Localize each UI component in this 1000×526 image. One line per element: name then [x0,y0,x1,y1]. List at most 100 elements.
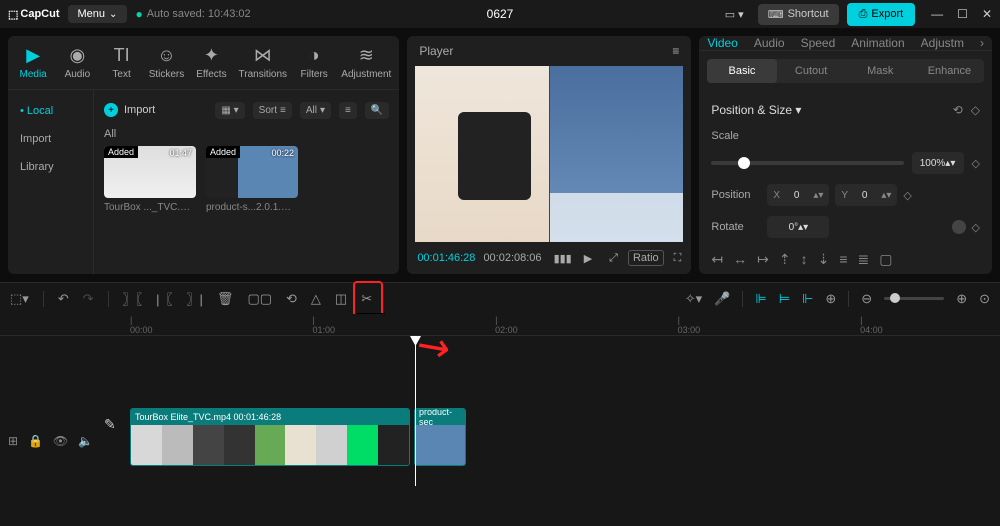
freeze-icon[interactable]: ▢▢ [247,291,272,307]
tab-audio-insp[interactable]: Audio [754,36,785,50]
fullscreen-icon[interactable]: ⛶ [674,252,682,265]
tab-audio[interactable]: ◉Audio [56,41,98,84]
zoom-out-icon[interactable]: ⊖ [861,291,872,307]
player-preview[interactable] [415,66,683,242]
track-toggle-icon[interactable]: ⊞ [8,434,18,448]
align-left-icon[interactable]: ↤ [711,251,723,268]
tab-stickers[interactable]: ☺Stickers [145,41,189,84]
align-right-icon[interactable]: ↦ [757,251,769,268]
clip-thumbnail[interactable]: Added 00:22 [206,146,298,198]
player-menu-icon[interactable]: ≡ [672,44,679,58]
undo-icon[interactable]: ↶ [58,291,69,307]
mirror-icon[interactable]: △ [311,291,321,307]
track-lock-icon[interactable]: 🔒 [28,434,43,448]
subtab-enhance[interactable]: Enhance [915,65,984,77]
zoom-slider[interactable] [884,297,944,300]
reverse-icon[interactable]: ⟲ [286,291,297,307]
scale-icon[interactable]: ⤢ [609,252,618,265]
preview-render-icon[interactable]: ⊕ [825,291,836,307]
shortcut-button[interactable]: ⌨ Shortcut [758,4,839,25]
track-visibility-icon[interactable]: 👁 [53,434,68,448]
maximize-icon[interactable]: ☐ [957,7,968,21]
split-icon[interactable]: 〗〖 [123,289,143,308]
import-button[interactable]: +Import [104,103,155,117]
scale-keyframe-icon[interactable]: ◇ [972,157,980,170]
sidebar-item-import[interactable]: Import [8,126,93,152]
view-toggle[interactable]: ▦ ▾ [215,102,244,119]
mic-icon[interactable]: 🎤 [714,291,730,307]
tab-adjustment[interactable]: ≋Adjustment [337,41,395,84]
snap-clip-icon[interactable]: ⊨ [779,291,790,307]
align-center-h-icon[interactable]: ↔ [733,251,747,268]
scale-value[interactable]: 100% ▴▾ [912,152,964,174]
playhead[interactable] [415,336,416,486]
position-y-input[interactable]: Y0▴▾ [835,184,897,206]
clip-thumbnail[interactable]: Added 01:47 [104,146,196,198]
export-button[interactable]: ⎙ Export [847,3,916,26]
redo-icon[interactable]: ↷ [83,291,94,307]
keyframe-icon[interactable]: ◇ [971,103,980,117]
close-icon[interactable]: ✕ [982,7,992,21]
subtab-mask[interactable]: Mask [846,65,915,77]
rotate-label: Rotate [711,221,761,233]
search-icon[interactable]: 🔍 [365,102,389,119]
menu-button[interactable]: Menu [68,5,128,23]
tab-speed[interactable]: Speed [801,36,836,50]
tab-effects[interactable]: ✦Effects [190,41,232,84]
align-bottom-icon[interactable]: ⇣ [818,251,830,268]
play-icon[interactable]: ▶ [584,252,592,265]
media-clip[interactable]: Added 00:22 product-s...2.0.1.mp4 [206,146,298,213]
tab-adjustment-insp[interactable]: Adjustm [921,36,964,50]
compare-icon[interactable]: ▮▮▮ [554,252,572,265]
tab-transitions[interactable]: ⋈Transitions [235,41,292,84]
rotate-dial[interactable] [952,220,966,234]
zoom-fit-icon[interactable]: ⊙ [979,291,990,307]
list-options-icon[interactable]: ≡ [339,102,357,119]
align-center-v-icon[interactable]: ↕ [801,251,808,268]
layout-button[interactable]: ▭ ▾ [719,6,750,23]
tab-filters[interactable]: ◑Filters [293,41,335,84]
track-mute-icon[interactable]: 🔈 [78,434,93,448]
project-name[interactable]: 0627 [487,7,514,21]
ruler-mark: | 04:00 [860,315,883,335]
timeline-clip[interactable]: product-sec [414,408,466,466]
crop-tool-icon[interactable]: ✂ Crop [361,291,372,307]
position-x-input[interactable]: X0▴▾ [767,184,829,206]
trim-right-icon[interactable]: 〗| [187,289,203,308]
delete-icon[interactable]: 🗑 [217,291,234,307]
zoom-in-icon[interactable]: ⊕ [956,291,967,307]
trim-left-icon[interactable]: |〖 [156,289,172,308]
reset-icon[interactable]: ⟲ [953,103,963,117]
track-header[interactable]: ⊞ 🔒 👁 🔈 [8,418,96,464]
ratio-button[interactable]: Ratio [628,250,664,266]
select-tool-icon[interactable]: ⬚▾ [10,291,29,307]
tab-video[interactable]: Video [707,36,737,50]
canvas-icon[interactable]: ▢ [879,251,892,268]
rotate-value[interactable]: 0° ▴▾ [767,216,829,238]
subtab-cutout[interactable]: Cutout [777,65,846,77]
sidebar-item-library[interactable]: Library [8,154,93,180]
scale-slider[interactable] [711,161,903,165]
timeline-clip[interactable]: TourBox Elite_TVC.mp4 00:01:46:28 [130,408,410,466]
rotate-keyframe-icon[interactable]: ◇ [972,221,980,234]
rotate-tool-icon[interactable]: ◫ [335,291,347,307]
timeline-ruler[interactable]: | 00:00 | 01:00 | 02:00 | 03:00 | 04:00 … [0,314,1000,336]
tabs-scroll-icon[interactable]: › [980,36,984,50]
media-clip[interactable]: Added 01:47 TourBox ..._TVC.mp4 [104,146,196,213]
minimize-icon[interactable]: — [931,7,943,21]
tab-media[interactable]: ▶Media [12,41,54,84]
tab-text[interactable]: TIText [100,41,142,84]
distribute-h-icon[interactable]: ≡ [839,251,847,268]
align-top-icon[interactable]: ⇡ [779,251,791,268]
distribute-v-icon[interactable]: ≣ [857,251,869,268]
sidebar-item-local[interactable]: • Local [8,98,93,124]
sort-button[interactable]: Sort ≡ [253,102,292,119]
magic-icon[interactable]: ✧▾ [685,291,702,307]
snap-main-icon[interactable]: ⊫ [755,291,766,307]
snap-marker-icon[interactable]: ⊩ [802,291,813,307]
tab-animation[interactable]: Animation [851,36,904,50]
subtab-basic[interactable]: Basic [707,59,776,83]
razor-icon[interactable]: ✎ [104,416,116,433]
position-keyframe-icon[interactable]: ◇ [903,189,911,202]
filter-button[interactable]: All ▾ [300,102,331,119]
